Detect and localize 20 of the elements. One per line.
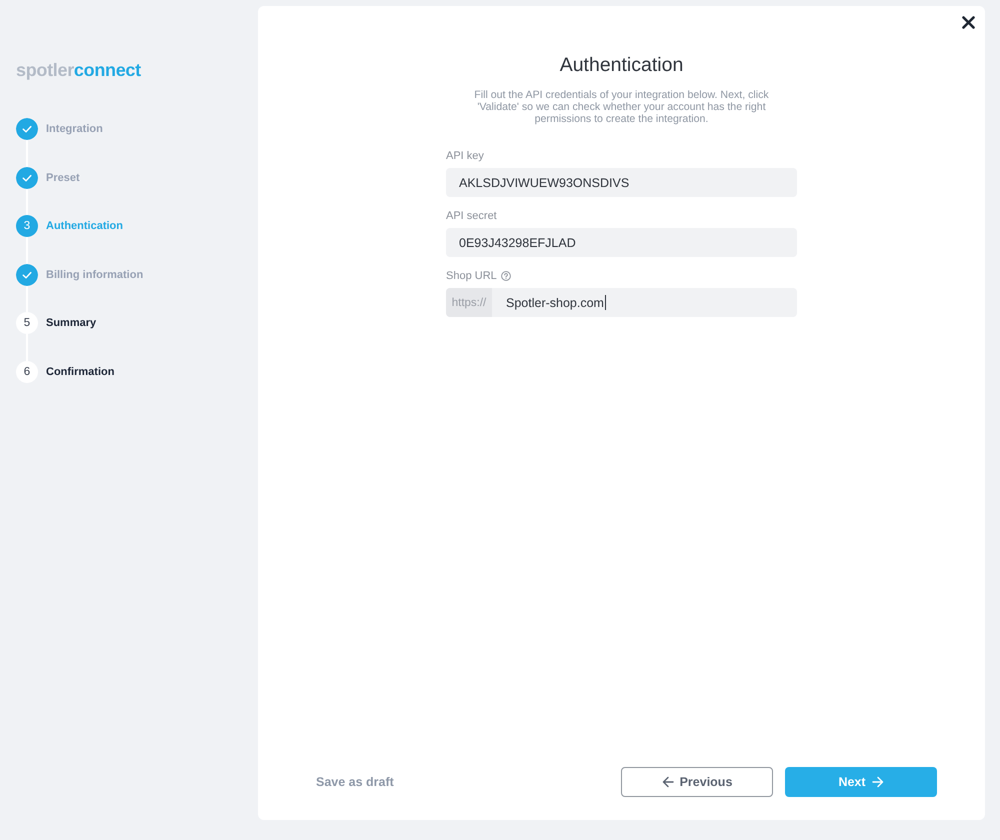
step-label[interactable]: Confirmation [46,360,114,383]
input-field[interactable]: https:// Spotler-shop.com [446,288,797,317]
step-label[interactable]: Summary [46,312,96,334]
help-icon[interactable] [500,271,511,281]
field-label: API secret [446,209,497,223]
step-number: 6 [16,360,38,383]
close-icon [962,16,974,28]
arrow-left-icon [662,776,674,788]
step-number: 5 [16,312,38,334]
step-number: 3 [16,215,38,238]
page-title: Authentication [560,53,684,77]
arrow-right-icon [872,776,884,788]
url-prefix: https:// [446,288,492,317]
description: Fill out the API credentials of your integration below. Next, click 'Validate' so we can check whether your account has the right permissions to create the integration. [473,89,770,125]
logo: spotlerconnect [16,60,141,80]
input-field[interactable]: AKLSDJVIWUEW93ONSDIVS [446,168,797,197]
previous-button[interactable]: Previous [621,767,773,797]
field-label: API key [446,149,484,163]
field-label: Shop URL [446,269,497,283]
input-field[interactable]: 0E93J43298EFJLAD [446,228,797,257]
